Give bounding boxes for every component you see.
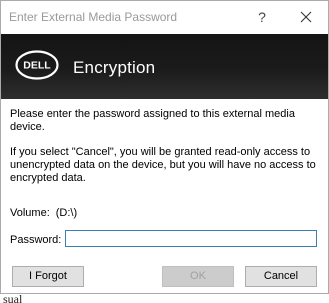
volume-value: (D:\) (55, 207, 78, 219)
password-dialog: Enter External Media Password ? DELL Enc… (0, 0, 329, 294)
forgot-button[interactable]: I Forgot (12, 266, 84, 287)
instruction-text: Please enter the password assigned to th… (10, 108, 295, 133)
help-button[interactable]: ? (249, 5, 275, 29)
dell-logo: DELL (15, 50, 59, 80)
banner-title: Encryption (73, 58, 156, 77)
close-icon (300, 11, 312, 23)
close-button[interactable] (293, 5, 319, 29)
volume-row: Volume: (D:\) (10, 207, 77, 219)
cancel-button[interactable]: Cancel (245, 266, 317, 287)
background-page-text: sual (3, 295, 23, 303)
window-title: Enter External Media Password (9, 10, 178, 24)
dell-logo-text: DELL (23, 60, 51, 72)
password-label: Password: (10, 234, 62, 246)
password-input[interactable] (65, 230, 317, 247)
title-bar: Enter External Media Password ? (1, 1, 328, 33)
cancel-warning-text: If you select "Cancel", you will be gran… (10, 146, 316, 184)
ok-button[interactable]: OK (162, 266, 234, 287)
dialog-message: Please enter the password assigned to th… (10, 108, 322, 197)
encryption-banner: DELL Encryption (1, 34, 328, 99)
volume-label: Volume: (10, 207, 50, 219)
